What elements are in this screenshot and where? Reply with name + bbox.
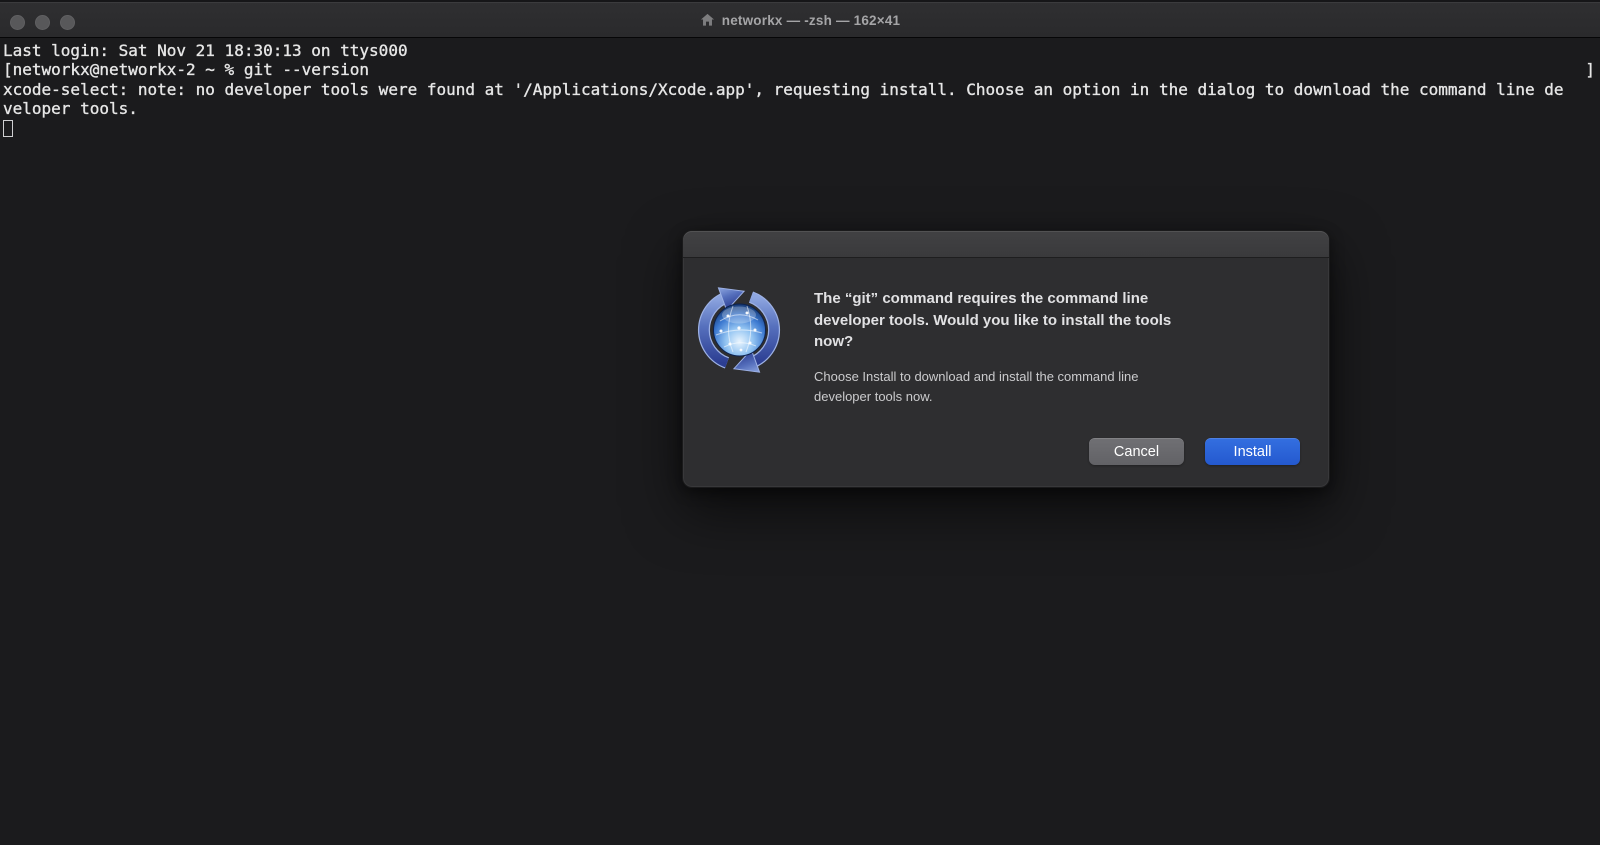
window-titlebar[interactable]: networkx — -zsh — 162×41 <box>0 0 1600 38</box>
dialog-titlebar[interactable] <box>683 231 1329 258</box>
home-folder-icon[interactable] <box>700 13 715 27</box>
terminal-cursor <box>3 120 13 137</box>
prompt-end-mark: ] <box>1585 60 1595 79</box>
terminal-prompt-line <box>3 119 1600 138</box>
terminal-line: [networkx@networkx-2 ~ % git --version] <box>3 60 1600 79</box>
install-tools-dialog: The “git” command requires the command l… <box>682 230 1330 488</box>
terminal-line: veloper tools. <box>3 99 1600 118</box>
dialog-message: Choose Install to download and install t… <box>814 367 1309 406</box>
terminal-line: xcode-select: note: no developer tools w… <box>3 80 1600 99</box>
window-title-area: networkx — -zsh — 162×41 <box>0 2 1600 38</box>
cancel-button[interactable]: Cancel <box>1089 438 1184 465</box>
terminal-line: Last login: Sat Nov 21 18:30:13 on ttys0… <box>3 41 1600 60</box>
window-title: networkx — -zsh — 162×41 <box>722 13 901 28</box>
terminal-window: networkx — -zsh — 162×41 Last login: Sat… <box>0 0 1600 845</box>
install-button[interactable]: Install <box>1205 438 1300 465</box>
dialog-heading: The “git” command requires the command l… <box>814 288 1309 353</box>
software-update-icon <box>695 286 785 376</box>
